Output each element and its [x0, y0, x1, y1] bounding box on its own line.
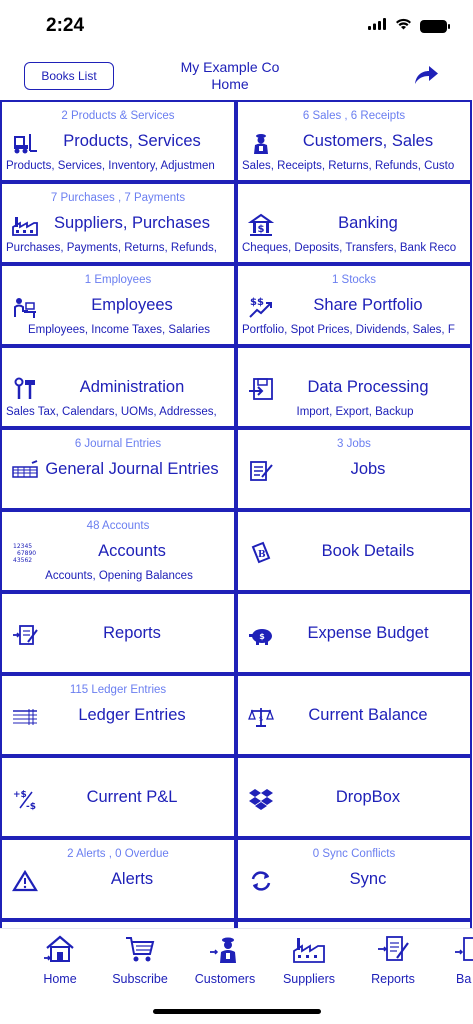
battery-icon	[420, 19, 450, 33]
status-time: 2:24	[46, 15, 85, 36]
tile-description: Products, Services, Inventory, Adjustmen	[6, 160, 215, 172]
books-list-button[interactable]: Books List	[24, 62, 114, 90]
status-bar: 2:24	[0, 0, 473, 50]
tile-title: Current Balance	[308, 706, 428, 724]
tile-subtitle: 2 Alerts , 0 Overdue	[67, 848, 169, 860]
tile-title: Alerts	[110, 870, 154, 888]
tile-share-portfolio[interactable]: 1 Stocks $$ Share Portfolio Portfolio, S…	[236, 264, 472, 346]
tile-title: Sync	[349, 870, 387, 888]
tile-title: Expense Budget	[307, 624, 429, 642]
tile-title: Jobs	[350, 460, 386, 478]
factory-icon	[293, 934, 325, 969]
tab-label: Ba	[456, 972, 472, 986]
company-name: My Example Co	[180, 59, 280, 75]
tile-current-balance[interactable]: $ Current Balance	[236, 674, 472, 756]
tile-jobs[interactable]: 3 Jobs Jobs	[236, 428, 472, 510]
tile-customers-sales[interactable]: 6 Sales , 6 Receipts Customers, Sales Sa…	[236, 100, 472, 182]
tile-book-details[interactable]: B Book Details	[236, 510, 472, 592]
tab-home[interactable]: Home	[20, 935, 100, 986]
tile-description: Purchases, Payments, Returns, Refunds,	[6, 242, 217, 254]
tile-title: Suppliers, Purchases	[54, 214, 210, 232]
share-arrow-icon[interactable]	[413, 64, 439, 86]
tile-alerts[interactable]: 2 Alerts , 0 Overdue Alerts	[0, 838, 236, 920]
tab-customers[interactable]: Customers	[185, 935, 265, 986]
tab-label: Reports	[371, 972, 415, 986]
tile-title: DropBox	[335, 788, 401, 806]
tile-dropbox[interactable]: DropBox	[236, 756, 472, 838]
tile-title: Products, Services	[63, 132, 201, 150]
signal-icon	[368, 17, 387, 35]
tile-reports[interactable]: Reports	[0, 592, 236, 674]
tab-label: Subscribe	[112, 972, 168, 986]
tile-subtitle: 48 Accounts	[86, 520, 150, 532]
nav-title: My Example Co Home	[130, 59, 330, 93]
tile-title: Ledger Entries	[78, 706, 186, 724]
page-title: Home	[211, 76, 249, 92]
home-indicator	[153, 1009, 321, 1014]
tile-administration[interactable]: Administration Sales Tax, Calendars, UOM…	[0, 346, 236, 428]
tile-title: Share Portfolio	[313, 296, 423, 314]
tile-accounts[interactable]: 48 Accounts 12345 67890 43562 Accounts Acc…	[0, 510, 236, 592]
tab-label: Home	[43, 972, 77, 986]
tile-subtitle: 7 Purchases , 7 Payments	[50, 192, 186, 204]
status-icons	[368, 17, 450, 35]
tile-suppliers-purchases[interactable]: 7 Purchases , 7 Payments Suppliers, Purc…	[0, 182, 236, 264]
tab-subscribe[interactable]: Subscribe	[100, 935, 180, 986]
bank-icon	[454, 935, 473, 969]
home-icon	[44, 934, 76, 969]
tile-title: Book Details	[321, 542, 415, 560]
tile-banking[interactable]: $ Banking Cheques, Deposits, Transfers, …	[236, 182, 472, 264]
tile-data-processing[interactable]: Data Processing Import, Export, Backup	[236, 346, 472, 428]
tab-label: Customers	[194, 972, 256, 986]
tile-title: Administration	[79, 378, 185, 396]
tile-general-journal-entries[interactable]: 6 Journal Entries General Journal Entrie…	[0, 428, 236, 510]
report-icon	[377, 934, 409, 969]
tile-subtitle: 0 Sync Conflicts	[312, 848, 396, 860]
tab-label: Suppliers	[282, 972, 336, 986]
tile-partial	[0, 920, 236, 928]
tile-subtitle: 6 Journal Entries	[74, 438, 162, 450]
tile-title: Accounts	[98, 542, 166, 560]
tile-subtitle: 2 Products & Services	[61, 110, 175, 122]
tile-description: Sales Tax, Calendars, UOMs, Addresses,	[6, 406, 217, 418]
tile-sync[interactable]: 0 Sync Conflicts Sync	[236, 838, 472, 920]
tile-title: Banking	[338, 214, 398, 232]
home-tile-grid: 2 Products & Services Products, Services…	[0, 100, 473, 928]
tile-expense-budget[interactable]: $ Expense Budget	[236, 592, 472, 674]
tile-subtitle: 6 Sales , 6 Receipts	[302, 110, 406, 122]
nav-bar: Books List My Example Co Home	[0, 54, 473, 98]
tile-title: Data Processing	[307, 378, 429, 396]
tile-description: Employees, Income Taxes, Salaries	[28, 324, 210, 336]
tile-subtitle: 115 Ledger Entries	[69, 684, 167, 696]
tile-title: Customers, Sales	[302, 132, 434, 150]
tile-description: Sales, Receipts, Returns, Refunds, Custo	[242, 160, 455, 172]
tab-banking-partial[interactable]: Ba	[436, 935, 473, 986]
customer-icon	[209, 934, 241, 969]
cart-icon	[124, 934, 156, 969]
tile-title: Reports	[103, 624, 161, 642]
tile-title: General Journal Entries	[45, 460, 219, 478]
tile-title: Employees	[91, 296, 173, 314]
tile-subtitle: 1 Stocks	[331, 274, 377, 286]
tile-description: Import, Export, Backup	[296, 406, 414, 418]
tab-reports[interactable]: Reports	[353, 935, 433, 986]
tile-description: Portfolio, Spot Prices, Dividends, Sales…	[242, 324, 455, 336]
tile-products-services[interactable]: 2 Products & Services Products, Services…	[0, 100, 236, 182]
tile-description: Accounts, Opening Balances	[45, 570, 193, 582]
tile-description: Cheques, Deposits, Transfers, Bank Reco	[242, 242, 457, 254]
tile-current-pl[interactable]: +$ -$ Current P&L	[0, 756, 236, 838]
tile-subtitle: 1 Employees	[84, 274, 152, 286]
wifi-icon	[395, 17, 412, 35]
tile-subtitle: 3 Jobs	[337, 438, 371, 450]
tab-suppliers[interactable]: Suppliers	[269, 935, 349, 986]
tile-ledger-entries[interactable]: 115 Ledger Entries Ledger Entries	[0, 674, 236, 756]
tile-title: Current P&L	[86, 788, 178, 806]
tile-employees[interactable]: 1 Employees Employees Employees, Income …	[0, 264, 236, 346]
tile-partial	[236, 920, 472, 928]
